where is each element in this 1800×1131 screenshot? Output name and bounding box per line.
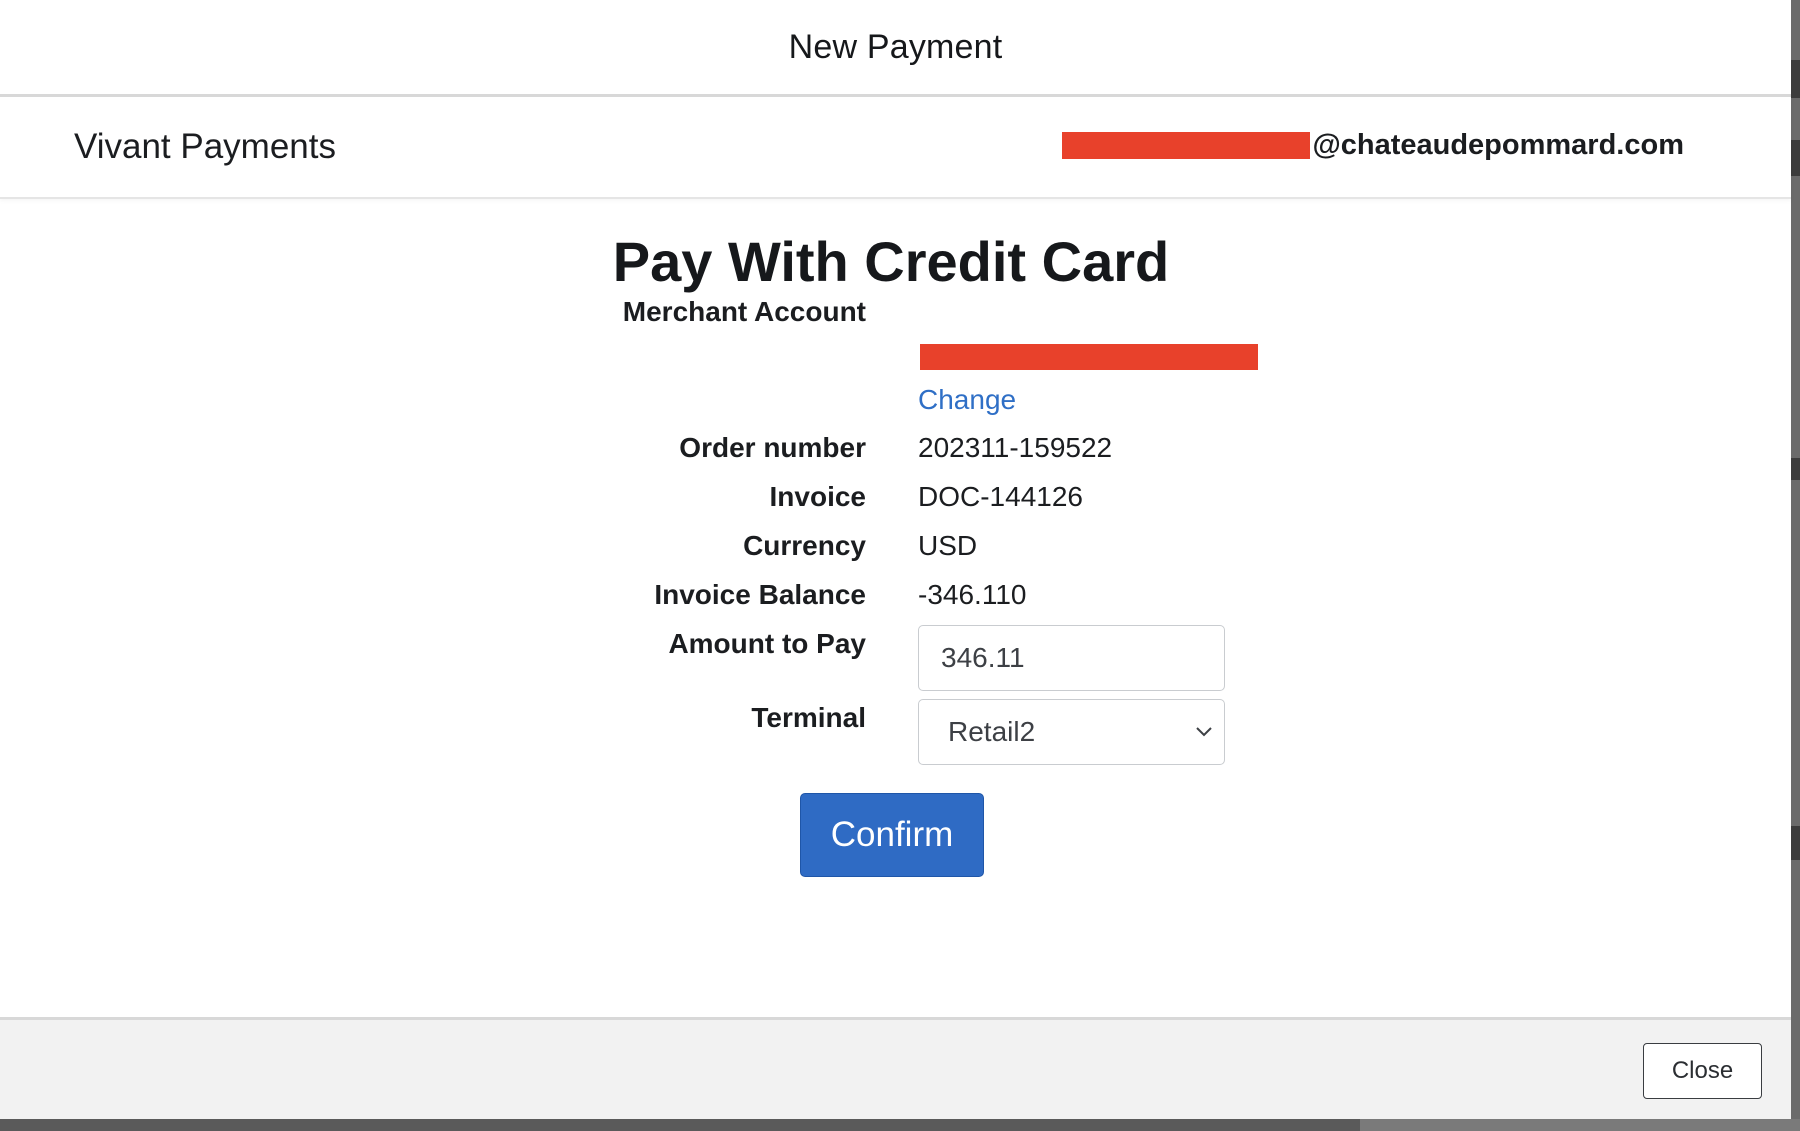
payment-form: Pay With Credit Card Merchant Account Ch… [0, 199, 1791, 1017]
invoice-balance-label: Invoice Balance [654, 579, 866, 610]
screen: New Payment Vivant Payments @chateaudepo… [0, 0, 1800, 1131]
confirm-button[interactable]: Confirm [800, 793, 984, 877]
modal-footer: Close [0, 1017, 1791, 1119]
terminal-select[interactable]: Retail2 [918, 699, 1225, 765]
change-merchant-link[interactable]: Change [918, 384, 1016, 416]
invoice-value: DOC-144126 [918, 481, 1083, 512]
invoice-label: Invoice [769, 481, 866, 512]
redacted-merchant-account [920, 344, 1258, 370]
currency-label: Currency [743, 530, 866, 561]
page-title: Pay With Credit Card [612, 230, 1170, 293]
modal-header: New Payment [0, 0, 1791, 97]
redacted-email-prefix [1062, 132, 1311, 159]
terminal-label: Terminal [751, 702, 866, 733]
modal-title: New Payment [788, 27, 1003, 66]
user-email-suffix: @chateaudepommard.com [1312, 129, 1684, 161]
close-button[interactable]: Close [1643, 1043, 1762, 1099]
terminal-selected-value: Retail2 [948, 716, 1036, 747]
page-backdrop [1791, 0, 1800, 1131]
chevron-down-icon [1184, 712, 1224, 752]
new-payment-modal: New Payment Vivant Payments @chateaudepo… [0, 0, 1791, 1119]
amount-to-pay-label: Amount to Pay [668, 628, 866, 659]
merchant-account-label: Merchant Account [622, 296, 866, 327]
order-number-label: Order number [679, 432, 866, 463]
currency-value: USD [918, 530, 978, 561]
page-backdrop-bottom [0, 1119, 1800, 1131]
amount-to-pay-input[interactable] [918, 625, 1225, 691]
user-email: @chateaudepommard.com [1062, 129, 1684, 162]
app-name: Vivant Payments [74, 127, 336, 166]
invoice-balance-value: -346.110 [918, 579, 1027, 610]
app-header: Vivant Payments @chateaudepommard.com [0, 97, 1791, 199]
order-number-value: 202311-159522 [918, 432, 1113, 463]
